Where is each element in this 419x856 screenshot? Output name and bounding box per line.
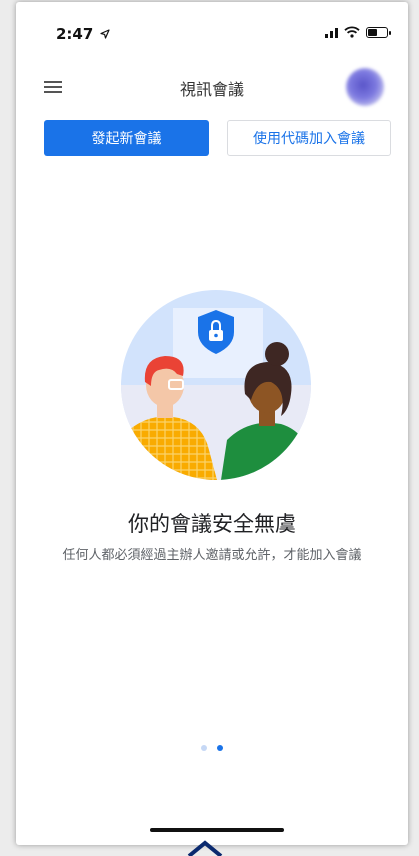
page-indicator (16, 745, 408, 751)
battery-icon (366, 26, 391, 38)
chevron-up-icon (187, 840, 223, 856)
page-dot-2[interactable] (217, 745, 223, 751)
app-bar: 視訊會議 (16, 64, 408, 108)
home-indicator[interactable] (150, 828, 284, 832)
phone-screen: 2:47 視訊會議 發起新會議 使用代碼加入會議 你的會議安全無虞 任何人都必須… (16, 2, 408, 845)
avatar[interactable] (346, 68, 384, 106)
security-illustration (121, 290, 311, 480)
status-icons (325, 26, 391, 38)
signal-icon (325, 26, 338, 38)
onboarding-description: 任何人都必須經過主辦人邀請或允許，才能加入會議 (62, 548, 362, 563)
status-bar: 2:47 (16, 2, 408, 68)
onboarding-headline: 你的會議安全無虞 (128, 512, 296, 536)
new-meeting-button[interactable]: 發起新會議 (44, 120, 209, 156)
location-arrow-icon (99, 29, 110, 39)
wifi-icon (344, 26, 360, 38)
page-dot-1[interactable] (201, 745, 207, 751)
join-with-code-button[interactable]: 使用代碼加入會議 (227, 120, 391, 156)
status-time: 2:47 (56, 25, 110, 43)
